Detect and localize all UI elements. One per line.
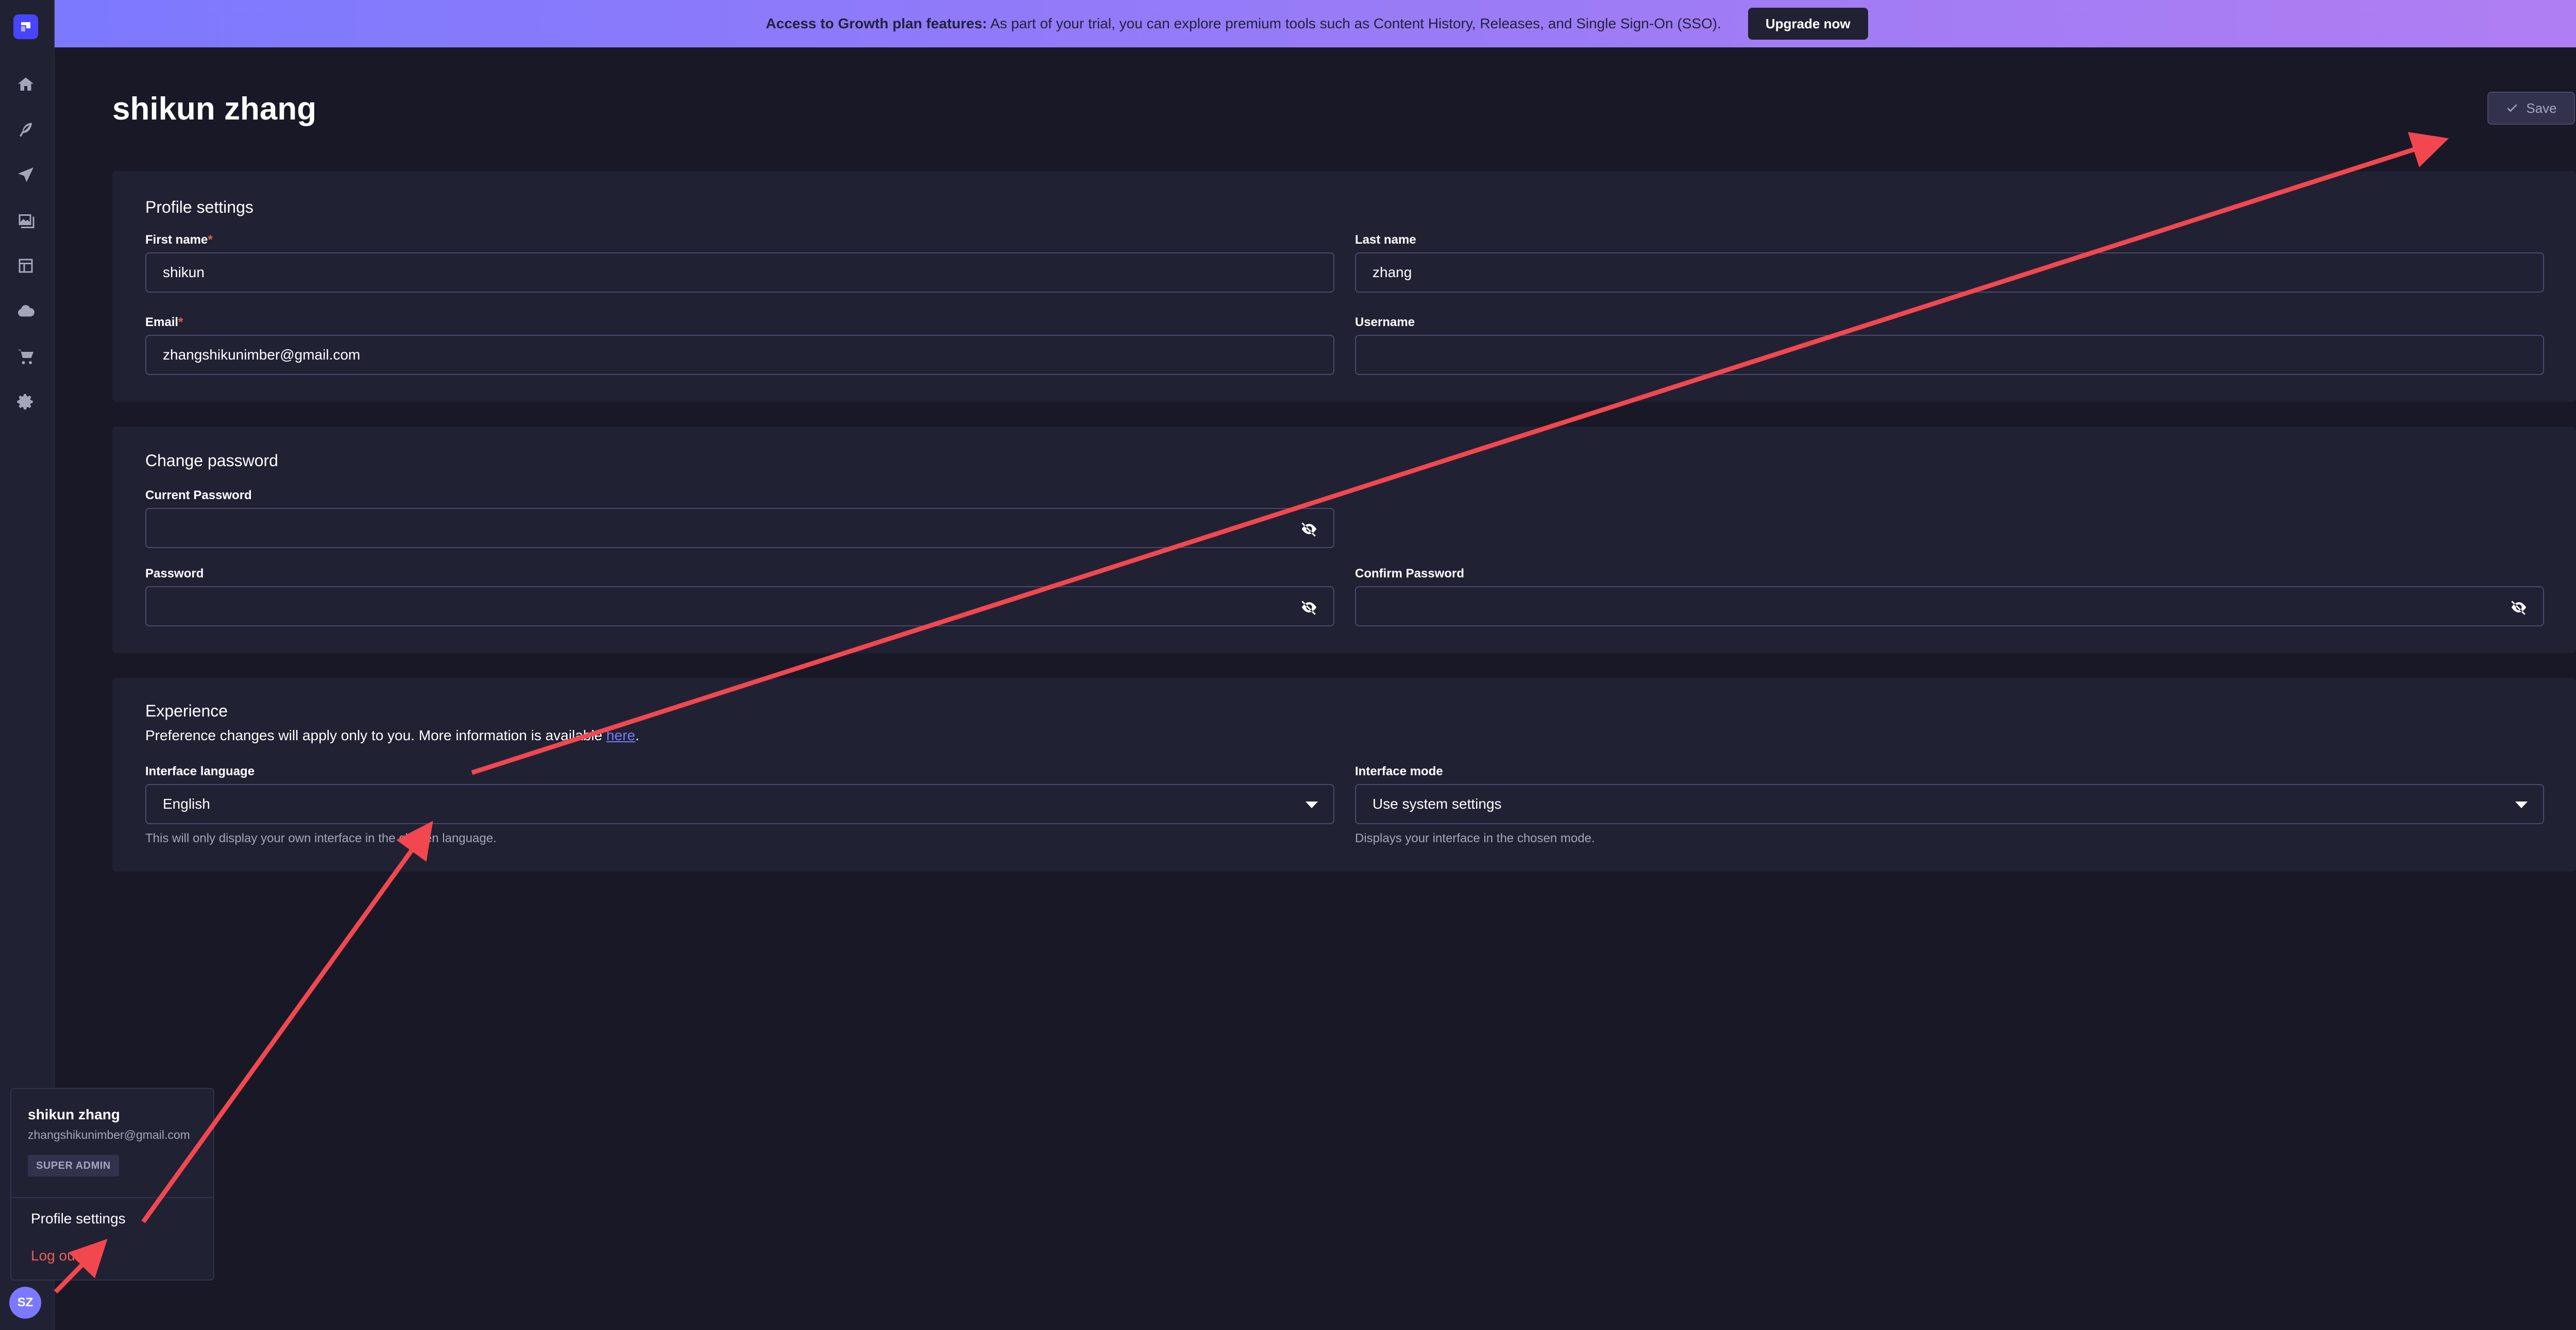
paper-plane-icon[interactable] xyxy=(15,165,36,185)
experience-title: Experience xyxy=(145,702,228,720)
interface-mode-select[interactable]: Use system settings xyxy=(1355,784,2544,824)
caret-down-icon xyxy=(1306,802,1318,808)
eye-slash-icon[interactable] xyxy=(2510,599,2528,616)
user-avatar[interactable]: SZ xyxy=(9,1287,41,1319)
current-password-label: Current Password xyxy=(145,488,252,502)
feather-icon[interactable] xyxy=(15,120,36,140)
page-title: shikun zhang xyxy=(112,91,317,127)
trial-banner: Access to Growth plan features: As part … xyxy=(0,0,2576,47)
role-badge: SUPER ADMIN xyxy=(28,1155,119,1176)
interface-language-value: English xyxy=(163,796,210,812)
interface-language-hint: This will only display your own interfac… xyxy=(145,831,497,845)
eye-slash-icon[interactable] xyxy=(1300,520,1318,538)
email-label: Email* xyxy=(145,315,183,329)
profile-settings-menu-item[interactable]: Profile settings xyxy=(31,1210,126,1227)
interface-language-select[interactable]: English xyxy=(145,784,1334,824)
banner-message: As part of your trial, you can explore p… xyxy=(990,15,1721,31)
last-name-input[interactable]: zhang xyxy=(1355,252,2544,293)
banner-bold-text: Access to Growth plan features: xyxy=(766,15,987,31)
experience-description: Preference changes will apply only to yo… xyxy=(145,727,639,743)
interface-language-label: Interface language xyxy=(145,764,255,778)
experience-card: Experience Preference changes will apply… xyxy=(112,678,2576,872)
last-name-value: zhang xyxy=(1372,264,1412,280)
user-menu-email: zhangshikunimber@gmail.com xyxy=(28,1128,190,1141)
email-value: zhangshikunimber@gmail.com xyxy=(163,347,361,363)
interface-mode-hint: Displays your interface in the chosen mo… xyxy=(1355,831,1595,845)
save-button[interactable]: Save xyxy=(2487,92,2575,125)
menu-divider xyxy=(11,1197,213,1198)
profile-settings-card: Profile settings First name* shikun Last… xyxy=(112,171,2576,402)
user-menu-name: shikun zhang xyxy=(28,1106,120,1122)
password-input[interactable] xyxy=(145,586,1334,626)
home-icon[interactable] xyxy=(15,74,36,95)
password-label: Password xyxy=(145,567,204,581)
upgrade-now-button[interactable]: Upgrade now xyxy=(1748,8,1868,40)
save-label: Save xyxy=(2526,100,2557,116)
change-password-card: Change password Current Password Passwor… xyxy=(112,427,2576,653)
username-input[interactable] xyxy=(1355,335,2544,375)
app-logo[interactable] xyxy=(13,14,38,39)
gear-icon[interactable] xyxy=(15,391,36,412)
eye-slash-icon[interactable] xyxy=(1300,599,1318,616)
confirm-password-label: Confirm Password xyxy=(1355,567,1465,581)
more-info-link[interactable]: here xyxy=(606,727,635,743)
caret-down-icon xyxy=(2515,802,2528,808)
username-label: Username xyxy=(1355,315,1415,329)
banner-text: Access to Growth plan features: As part … xyxy=(766,15,1721,32)
logo-icon xyxy=(21,22,30,31)
first-name-input[interactable]: shikun xyxy=(145,252,1334,293)
user-menu-popup: shikun zhang zhangshikunimber@gmail.com … xyxy=(10,1088,214,1281)
layout-icon[interactable] xyxy=(15,255,36,276)
interface-mode-value: Use system settings xyxy=(1372,796,1502,812)
logout-menu-item[interactable]: Log out xyxy=(31,1248,79,1264)
current-password-input[interactable] xyxy=(145,508,1334,548)
check-icon xyxy=(2507,104,2517,112)
email-input[interactable]: zhangshikunimber@gmail.com xyxy=(145,335,1334,375)
images-icon[interactable] xyxy=(15,210,36,231)
profile-settings-title: Profile settings xyxy=(145,198,253,216)
last-name-label: Last name xyxy=(1355,233,1416,247)
first-name-label: First name* xyxy=(145,233,213,247)
confirm-password-input[interactable] xyxy=(1355,586,2544,626)
first-name-value: shikun xyxy=(163,264,205,280)
cloud-icon[interactable] xyxy=(15,301,36,321)
interface-mode-label: Interface mode xyxy=(1355,764,1443,778)
change-password-title: Change password xyxy=(145,451,278,470)
cart-icon[interactable] xyxy=(15,346,36,367)
